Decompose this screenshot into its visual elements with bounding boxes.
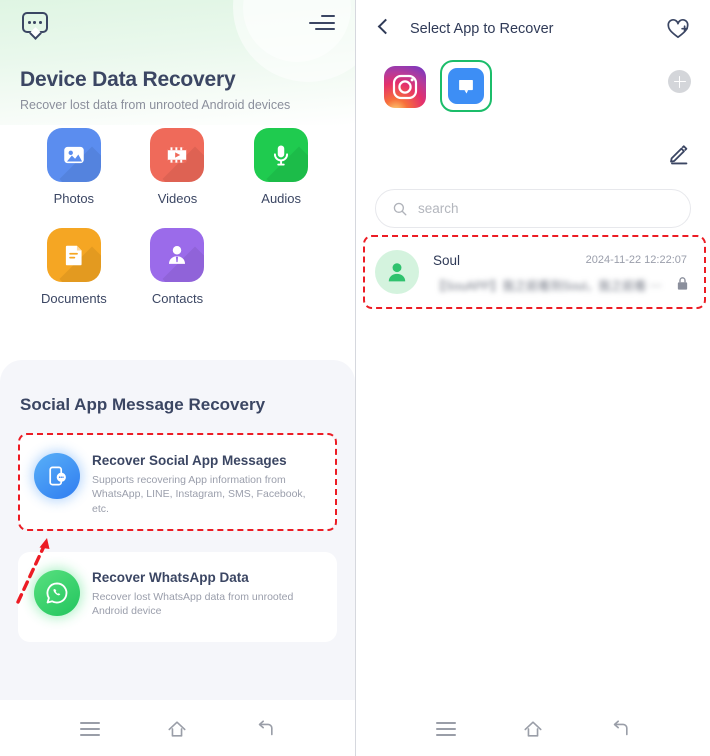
search-input[interactable]: search — [375, 189, 691, 228]
contact-list-item-soul[interactable]: Soul 2024-11-22 12:22:07 【SouAPP】我之前看到So… — [375, 243, 691, 301]
data-type-videos[interactable]: Videos — [126, 128, 230, 206]
right-android-navbar — [356, 702, 710, 756]
hamburger-menu-icon[interactable] — [309, 14, 335, 32]
menu-nav-icon[interactable] — [72, 711, 108, 747]
message-visible-part: 【S — [433, 279, 454, 293]
card-title: Recover Social App Messages — [92, 453, 287, 468]
video-icon — [150, 128, 205, 182]
page-subtitle: Recover lost data from unrooted Android … — [20, 98, 291, 112]
right-panel-header: Select App to Recover — [356, 0, 710, 60]
card-title: Recover WhatsApp Data — [92, 570, 249, 585]
data-type-label: Contacts — [151, 291, 204, 306]
photo-icon — [46, 128, 101, 182]
social-message-icon — [34, 453, 80, 499]
whatsapp-icon — [34, 570, 80, 616]
card-body: Recover WhatsApp Data Recover lost Whats… — [92, 568, 322, 619]
document-icon — [46, 228, 101, 282]
contact-timestamp: 2024-11-22 12:22:07 — [585, 254, 687, 266]
back-nav-icon[interactable] — [602, 711, 638, 747]
app-selector-row — [356, 60, 710, 121]
recover-social-app-messages-card[interactable]: Recover Social App Messages Supports rec… — [18, 435, 337, 529]
page-title: Device Data Recovery — [20, 68, 236, 91]
menu-nav-icon[interactable] — [428, 711, 464, 747]
card-body: Recover Social App Messages Supports rec… — [92, 451, 322, 516]
search-icon — [393, 202, 407, 215]
section-title: Social App Message Recovery — [20, 395, 266, 414]
heart-plus-icon[interactable] — [666, 18, 690, 45]
social-message-icon-wrap — [32, 451, 82, 501]
left-android-navbar — [0, 702, 355, 756]
card-description: Supports recovering App information from… — [92, 474, 306, 515]
right-panel-title: Select App to Recover — [410, 21, 554, 37]
back-nav-icon[interactable] — [247, 711, 283, 747]
data-type-documents[interactable]: Documents — [22, 228, 126, 306]
data-type-label: Documents — [40, 291, 107, 306]
microphone-icon — [254, 128, 309, 182]
chat-bubble-icon[interactable] — [22, 12, 48, 33]
card-description: Recover lost WhatsApp data from unrooted… — [92, 591, 294, 618]
whatsapp-icon-wrap — [32, 568, 82, 618]
right-phone-panel: Select App to Recover search Soul 2024-1… — [355, 0, 710, 756]
data-type-label: Photos — [53, 191, 95, 206]
contact-main: Soul 2024-11-22 12:22:07 【SouAPP】我之前看到So… — [433, 250, 691, 294]
contact-name: Soul — [433, 253, 461, 268]
data-type-label: Audios — [261, 191, 302, 206]
left-phone-panel: Device Data Recovery Recover lost data f… — [0, 0, 355, 756]
contact-message-preview: 【SouAPP】我之前看到Soul，我之前看 ⋯ — [433, 277, 662, 294]
data-type-photos[interactable]: Photos — [22, 128, 126, 206]
instagram-icon[interactable] — [384, 66, 426, 108]
chat-dots — [28, 21, 42, 24]
messages-icon — [448, 68, 484, 104]
person-avatar-icon — [375, 250, 419, 294]
home-nav-icon[interactable] — [515, 711, 551, 747]
search-placeholder: search — [418, 201, 459, 216]
messages-app-selected[interactable] — [440, 60, 492, 112]
home-nav-icon[interactable] — [159, 711, 195, 747]
app-screenshot: Device Data Recovery Recover lost data f… — [0, 0, 710, 756]
data-type-contacts[interactable]: Contacts — [126, 228, 230, 306]
contact-icon — [150, 228, 205, 282]
back-chevron-icon[interactable] — [377, 18, 394, 35]
message-redacted-part: ouAPP】我之前看到Soul，我之前看 ⋯ — [453, 279, 662, 293]
edit-pencil-icon[interactable] — [666, 142, 690, 171]
data-type-audios[interactable]: Audios — [229, 128, 333, 206]
lock-icon — [676, 276, 689, 296]
data-type-grid: Photos Videos Audios Documents Contacts — [0, 128, 355, 306]
add-app-button[interactable] — [668, 70, 691, 93]
data-type-label: Videos — [157, 191, 198, 206]
social-recovery-panel: Social App Message Recovery Recover Soci… — [0, 360, 355, 700]
recover-whatsapp-data-card[interactable]: Recover WhatsApp Data Recover lost Whats… — [18, 552, 337, 642]
